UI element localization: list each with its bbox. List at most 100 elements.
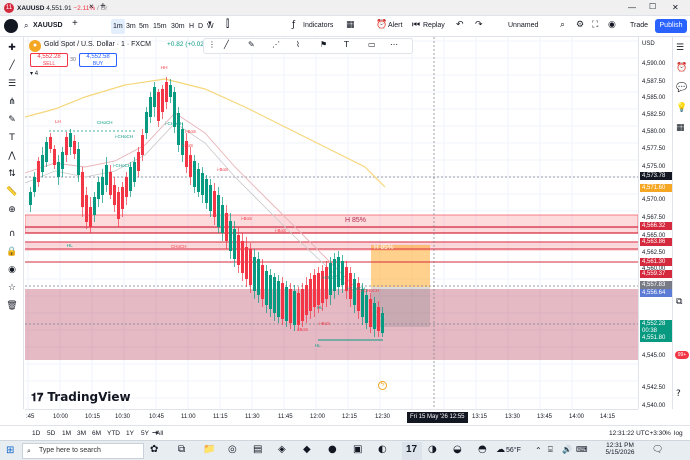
language-icon[interactable]: ⌨ bbox=[576, 445, 588, 454]
line-tool-icon[interactable]: ╱ bbox=[224, 40, 229, 49]
undo-icon[interactable]: ↶ bbox=[456, 19, 464, 30]
compare-add-button[interactable]: + bbox=[72, 18, 78, 29]
tradingview-taskbar-icon[interactable]: 17 bbox=[402, 442, 422, 460]
interval-3m[interactable]: 3m bbox=[124, 19, 138, 34]
ruler-icon[interactable]: 📏 bbox=[5, 185, 19, 199]
range-5d[interactable]: 5D bbox=[47, 430, 55, 437]
interval-15m[interactable]: 15m bbox=[151, 19, 169, 34]
percent-toggle[interactable]: % bbox=[665, 430, 671, 437]
app-icon-6[interactable]: ◑ bbox=[428, 444, 437, 455]
browser-tab[interactable]: XAUUSD 4,551.91 −2.11% / Ur bbox=[17, 3, 113, 14]
interval-1m[interactable]: 1m bbox=[111, 19, 125, 34]
weather-temp[interactable]: 56°F bbox=[506, 447, 521, 454]
app-icon-7[interactable]: ◒ bbox=[453, 444, 462, 455]
range-5y[interactable]: 5Y bbox=[141, 430, 149, 437]
app-icon-3[interactable]: ● bbox=[328, 444, 337, 455]
notifications-icon[interactable]: 🗨 bbox=[652, 445, 663, 455]
range-1d[interactable]: 1D bbox=[32, 430, 40, 437]
help-icon[interactable]: ? bbox=[676, 389, 681, 399]
time-axis[interactable]: :45 10:00 10:15 10:30 10:45 11:00 11:15 11:30 11… bbox=[25, 409, 638, 425]
trash-icon[interactable]: 🗑 bbox=[5, 299, 19, 313]
expand-panel-icon[interactable]: ⧉ bbox=[676, 297, 682, 307]
brush-tool-icon[interactable]: ⌇ bbox=[296, 40, 300, 49]
tray-chevron-icon[interactable]: ⌃ bbox=[535, 446, 542, 455]
volume-icon[interactable]: 🔊 bbox=[562, 445, 572, 454]
alerts-panel-icon[interactable]: ⏰ bbox=[676, 63, 687, 73]
app-icon-1[interactable]: ◈ bbox=[278, 444, 286, 455]
symbol-name[interactable]: XAUUSD bbox=[33, 20, 63, 32]
log-toggle[interactable]: log bbox=[674, 430, 683, 437]
horizontal-lines-icon[interactable]: ☰ bbox=[5, 77, 19, 91]
settings-icon[interactable]: ⚙ bbox=[576, 19, 584, 30]
zoom-icon[interactable]: ⊕ bbox=[5, 203, 19, 217]
range-1m[interactable]: 1M bbox=[62, 430, 71, 437]
indicator-toggle[interactable]: ▾ 4 bbox=[30, 70, 38, 77]
store-icon[interactable]: ▤ bbox=[253, 444, 262, 455]
publish-button[interactable]: Publish bbox=[655, 19, 687, 33]
candle-type-icon[interactable]: ⫿ bbox=[226, 19, 229, 30]
copilot-icon[interactable]: ✿ bbox=[150, 444, 158, 455]
trendline-icon[interactable]: ╱ bbox=[5, 59, 19, 73]
text-tool-icon[interactable]: T bbox=[344, 40, 349, 49]
interval-5m[interactable]: 5m bbox=[137, 19, 151, 34]
user-avatar[interactable] bbox=[4, 19, 18, 33]
indicators-icon[interactable]: ƒ bbox=[292, 19, 295, 30]
date-range-icon[interactable]: ⇥ bbox=[152, 428, 159, 437]
ideas-icon[interactable]: 💡 bbox=[676, 103, 687, 113]
interval-d[interactable]: D bbox=[196, 19, 205, 34]
templates-icon[interactable]: ▦ bbox=[346, 19, 355, 30]
crosshair-icon[interactable]: ✚ bbox=[5, 41, 19, 55]
snapshot-icon[interactable]: ◉ bbox=[608, 19, 616, 30]
alert-button[interactable]: Alert bbox=[388, 22, 402, 29]
start-menu-icon[interactable]: ⊞ bbox=[6, 445, 14, 456]
trade-button[interactable]: Trade bbox=[630, 22, 648, 29]
interval-30m[interactable]: 30m bbox=[169, 19, 187, 34]
brush-icon[interactable]: ✎ bbox=[5, 113, 19, 127]
weather-icon[interactable]: ☁ bbox=[496, 445, 505, 455]
taskbar-search-input[interactable]: ⌕ Type here to search bbox=[22, 443, 144, 459]
redo-icon[interactable]: ↷ bbox=[475, 19, 483, 30]
measure-icon[interactable]: ⇅ bbox=[5, 167, 19, 181]
chart-pane[interactable]: HH LH CHoCH i-CHoCH i-BoS i-BoS i-CHoCH i-CHoCH… bbox=[25, 37, 638, 409]
notifications-badge[interactable]: 99+ bbox=[675, 351, 689, 359]
replay-button[interactable]: Replay bbox=[423, 22, 445, 29]
minimize-icon[interactable]: — bbox=[628, 3, 636, 12]
file-explorer-icon[interactable]: 📁 bbox=[203, 444, 215, 455]
close-window-icon[interactable]: ✕ bbox=[672, 3, 679, 12]
hide-drawings-icon[interactable]: ◉ bbox=[5, 263, 19, 277]
chrome-icon[interactable]: ◎ bbox=[228, 444, 237, 455]
calendar-icon[interactable]: ▦ bbox=[676, 123, 685, 133]
new-tab-button[interactable]: + bbox=[100, 1, 106, 12]
lock-drawings-icon[interactable]: 🔒 bbox=[5, 245, 19, 259]
app-icon-4[interactable]: ▣ bbox=[353, 444, 362, 455]
text-icon[interactable]: T bbox=[5, 131, 19, 145]
flag-tool-icon[interactable]: ⚑ bbox=[320, 40, 327, 49]
taskbar-clock[interactable]: 12:31 PM 5/15/2026 bbox=[600, 442, 640, 456]
network-icon[interactable]: ⌸ bbox=[548, 445, 553, 455]
magnet-icon[interactable]: ∩ bbox=[5, 227, 19, 241]
sell-button[interactable]: 4,552.28 SELL bbox=[30, 53, 68, 67]
event-marker-icon[interactable]: ϟ bbox=[378, 381, 387, 390]
range-ytd[interactable]: YTD bbox=[107, 430, 120, 437]
chart-canvas[interactable]: HHLH CHoCH i-CHoCHi-BoSi-BoSi-CHoCHi-CHoCH… bbox=[25, 37, 638, 409]
app-icon-8[interactable]: ◓ bbox=[478, 444, 487, 455]
indicators-button[interactable]: Indicators bbox=[303, 22, 333, 29]
pitchfork-icon[interactable]: ⋔ bbox=[5, 95, 19, 109]
range-1y[interactable]: 1Y bbox=[126, 430, 134, 437]
app-icon-2[interactable]: ◆ bbox=[303, 444, 311, 455]
search-icon[interactable]: ⌕ bbox=[560, 19, 565, 30]
pen-tool-icon[interactable]: ✎ bbox=[248, 40, 255, 49]
fullscreen-icon[interactable]: ⛶ bbox=[592, 19, 598, 30]
replay-icon[interactable]: ⏮ bbox=[412, 19, 420, 30]
range-6m[interactable]: 6M bbox=[92, 430, 101, 437]
watchlist-icon[interactable]: ☰ bbox=[676, 43, 684, 53]
buy-button[interactable]: 4,552.58 BUY bbox=[79, 53, 117, 67]
chat-icon[interactable]: 💬 bbox=[676, 83, 687, 93]
symbol-search-icon[interactable]: ⌕ bbox=[24, 20, 28, 33]
more-tool-icon[interactable]: ⋯ bbox=[390, 40, 398, 49]
tab-close-icon[interactable]: × bbox=[89, 2, 94, 11]
drag-handle-icon[interactable]: ⋮ bbox=[208, 40, 216, 49]
interval-h[interactable]: H bbox=[187, 19, 196, 34]
maximize-icon[interactable]: ☐ bbox=[649, 2, 656, 11]
patterns-icon[interactable]: ⋀ bbox=[5, 149, 19, 163]
